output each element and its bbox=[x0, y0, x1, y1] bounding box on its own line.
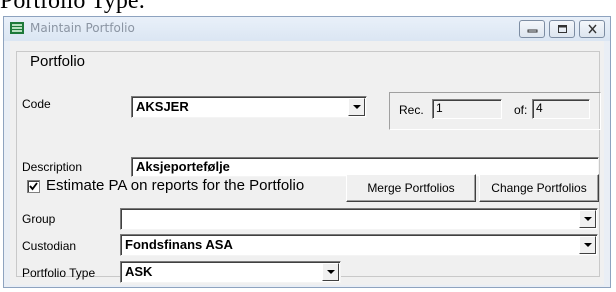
custodian-combobox[interactable]: Fondsfinans ASA bbox=[120, 234, 598, 256]
chevron-down-icon bbox=[327, 270, 335, 274]
change-portfolios-button[interactable]: Change Portfolios bbox=[479, 174, 599, 202]
chevron-down-icon bbox=[584, 243, 592, 247]
custodian-value: Fondsfinans ASA bbox=[125, 237, 233, 252]
group-combobox[interactable] bbox=[120, 208, 598, 230]
description-value: Aksjeportefølje bbox=[136, 159, 230, 174]
estimate-pa-label[interactable]: Estimate PA on reports for the Portfolio bbox=[46, 177, 304, 194]
portfolio-type-dropdown-button[interactable] bbox=[322, 263, 339, 281]
window-client-area: Portfolio Code AKSJER Rec. 1 of: 4 Descr… bbox=[10, 41, 604, 285]
portfolio-app-icon bbox=[10, 22, 24, 34]
page-caption: Portfolio Type: bbox=[0, 0, 146, 14]
merge-portfolios-button[interactable]: Merge Portfolios bbox=[346, 174, 476, 202]
minimize-icon bbox=[527, 29, 538, 33]
window-title: Maintain Portfolio bbox=[30, 21, 135, 35]
portfolio-type-combobox[interactable]: ASK bbox=[120, 261, 341, 283]
group-label: Group bbox=[22, 212, 56, 226]
record-total-value: 4 bbox=[536, 101, 543, 115]
chevron-down-icon bbox=[584, 217, 592, 221]
groupbox-legend: Portfolio bbox=[28, 53, 88, 70]
portfolio-groupbox: Portfolio Code AKSJER Rec. 1 of: 4 Descr… bbox=[16, 51, 601, 283]
maximize-button[interactable] bbox=[549, 20, 575, 38]
code-value: AKSJER bbox=[136, 99, 189, 114]
record-number-value: 1 bbox=[436, 101, 443, 115]
code-combobox[interactable]: AKSJER bbox=[131, 96, 367, 118]
custodian-label: Custodian bbox=[22, 239, 77, 253]
code-dropdown-button[interactable] bbox=[348, 98, 365, 116]
chevron-down-icon bbox=[353, 105, 361, 109]
title-bar[interactable]: Maintain Portfolio bbox=[4, 17, 610, 41]
maximize-icon bbox=[558, 25, 567, 33]
record-counter-box: Rec. 1 of: 4 bbox=[389, 92, 601, 130]
estimate-pa-checkbox[interactable] bbox=[27, 180, 40, 193]
portfolio-type-label: Portfolio Type bbox=[22, 266, 96, 280]
description-label: Description bbox=[22, 160, 83, 174]
record-number-field: 1 bbox=[432, 99, 502, 119]
close-icon bbox=[588, 24, 597, 34]
group-dropdown-button[interactable] bbox=[579, 210, 596, 228]
maintain-portfolio-window: Maintain Portfolio Portfolio Code AKSJER bbox=[3, 16, 611, 288]
of-label: of: bbox=[514, 103, 528, 117]
rec-label: Rec. bbox=[399, 103, 424, 117]
record-total-field: 4 bbox=[532, 99, 590, 119]
checkmark-icon bbox=[29, 182, 38, 191]
portfolio-type-value: ASK bbox=[125, 264, 153, 279]
custodian-dropdown-button[interactable] bbox=[579, 236, 596, 254]
code-label: Code bbox=[22, 97, 51, 111]
close-button[interactable] bbox=[579, 20, 605, 38]
minimize-button[interactable] bbox=[519, 20, 545, 38]
